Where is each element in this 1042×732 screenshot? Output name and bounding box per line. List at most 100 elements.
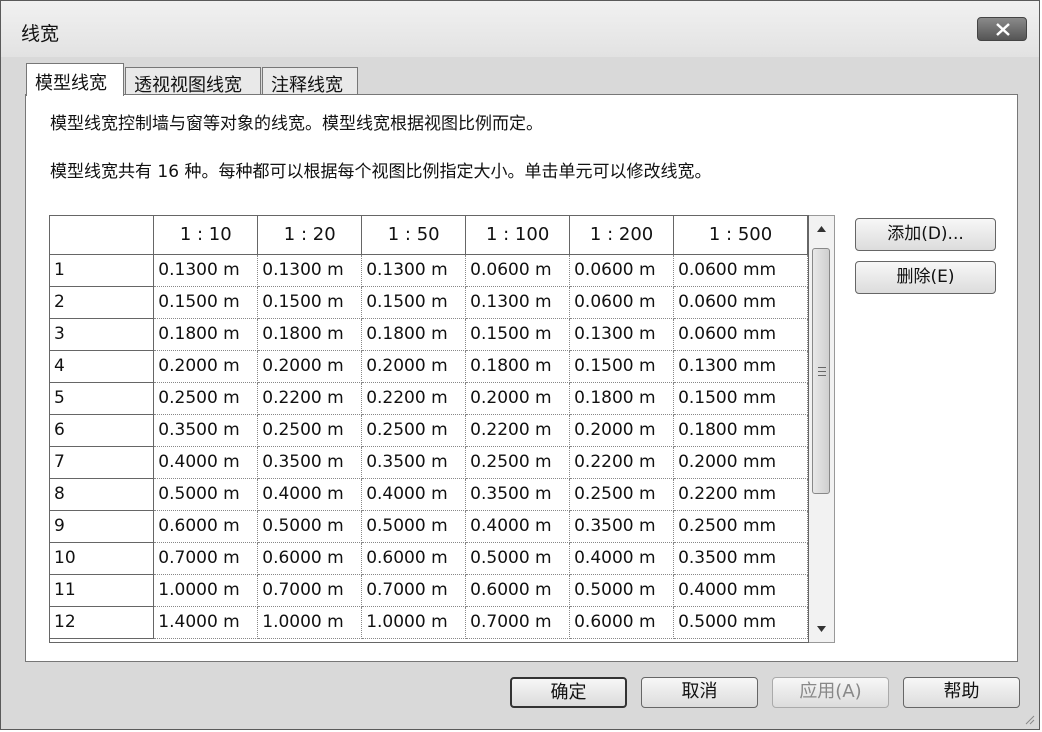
scroll-down-icon[interactable] — [817, 626, 826, 632]
table-cell[interactable]: 0.6000 m — [257, 542, 363, 575]
table-cell[interactable]: 0.1300 m — [569, 318, 675, 351]
table-cell[interactable]: 0.2200 m — [465, 414, 571, 447]
row-header[interactable]: 3 — [50, 318, 155, 351]
add-button[interactable]: 添加(D)... — [855, 218, 996, 251]
table-cell[interactable]: 0.2500 m — [361, 414, 467, 447]
table-cell[interactable]: 0.1800 m — [257, 318, 363, 351]
table-cell[interactable]: 0.2200 m — [569, 446, 675, 479]
column-header[interactable]: 1 : 500 — [673, 216, 808, 255]
column-header[interactable]: 1 : 20 — [257, 216, 363, 255]
scroll-up-icon[interactable] — [817, 226, 826, 232]
table-cell[interactable]: 0.2000 m — [569, 414, 675, 447]
table-cell[interactable]: 0.0600 mm — [673, 286, 808, 319]
table-cell[interactable]: 0.2000 m — [257, 350, 363, 383]
table-cell[interactable]: 0.2500 m — [569, 478, 675, 511]
tab-perspective-line-weights[interactable]: 透视视图线宽 — [125, 67, 261, 96]
row-header[interactable]: 8 — [50, 478, 155, 511]
table-cell[interactable]: 0.6000 m — [465, 574, 571, 607]
table-cell[interactable]: 0.1300 mm — [673, 350, 808, 383]
row-header[interactable]: 6 — [50, 414, 155, 447]
table-cell[interactable]: 0.2200 m — [361, 382, 467, 415]
table-cell[interactable]: 0.1500 mm — [673, 382, 808, 415]
table-cell[interactable]: 0.1800 m — [465, 350, 571, 383]
apply-button[interactable]: 应用(A) — [772, 677, 889, 708]
table-cell[interactable]: 0.2000 m — [465, 382, 571, 415]
table-cell[interactable]: 0.1300 m — [257, 254, 363, 287]
column-header[interactable]: 1 : 10 — [153, 216, 259, 255]
table-cell[interactable]: 0.7000 m — [361, 574, 467, 607]
table-cell[interactable]: 0.2000 mm — [673, 446, 808, 479]
help-button[interactable]: 帮助 — [903, 677, 1020, 708]
ok-button[interactable]: 确定 — [510, 677, 627, 708]
table-cell[interactable]: 0.3500 m — [361, 446, 467, 479]
table-cell[interactable]: 0.4000 mm — [673, 574, 808, 607]
table-cell[interactable]: 0.4000 m — [153, 446, 259, 479]
table-cell[interactable]: 0.2500 mm — [673, 510, 808, 543]
table-cell[interactable]: 0.0600 m — [569, 286, 675, 319]
row-header[interactable]: 4 — [50, 350, 155, 383]
table-cell[interactable]: 0.5000 m — [569, 574, 675, 607]
table-cell[interactable]: 0.1300 m — [153, 254, 259, 287]
table-cell[interactable]: 0.1500 m — [257, 286, 363, 319]
table-cell[interactable]: 0.7000 m — [153, 542, 259, 575]
close-button[interactable] — [977, 17, 1027, 41]
table-cell[interactable]: 0.4000 m — [257, 478, 363, 511]
table-cell[interactable]: 0.0600 m — [465, 254, 571, 287]
row-header[interactable]: 1 — [50, 254, 155, 287]
table-cell[interactable]: 0.4000 m — [465, 510, 571, 543]
table-cell[interactable]: 0.3500 m — [465, 478, 571, 511]
row-header[interactable]: 2 — [50, 286, 155, 319]
resize-grip-icon[interactable] — [1023, 713, 1035, 725]
table-cell[interactable]: 0.5000 m — [361, 510, 467, 543]
table-cell[interactable]: 0.5000 mm — [673, 606, 808, 639]
row-header[interactable]: 12 — [50, 606, 155, 639]
table-cell[interactable]: 0.5000 m — [465, 542, 571, 575]
table-cell[interactable]: 0.1800 m — [361, 318, 467, 351]
table-cell[interactable]: 0.2000 m — [361, 350, 467, 383]
table-cell[interactable]: 0.3500 mm — [673, 542, 808, 575]
row-header[interactable]: 5 — [50, 382, 155, 415]
table-cell[interactable]: 0.5000 m — [257, 510, 363, 543]
table-cell[interactable]: 0.6000 m — [569, 606, 675, 639]
table-cell[interactable]: 0.1500 m — [569, 350, 675, 383]
tab-annotation-line-weights[interactable]: 注释线宽 — [262, 67, 358, 96]
table-cell[interactable]: 0.4000 m — [361, 478, 467, 511]
table-cell[interactable]: 0.1800 mm — [673, 414, 808, 447]
table-cell[interactable]: 0.1500 m — [465, 318, 571, 351]
table-cell[interactable]: 1.0000 m — [361, 606, 467, 639]
tab-model-line-weights[interactable]: 模型线宽 — [26, 63, 124, 96]
table-cell[interactable]: 0.0600 mm — [673, 254, 808, 287]
scrollbar-thumb[interactable] — [812, 248, 830, 494]
table-cell[interactable]: 0.1300 m — [465, 286, 571, 319]
table-cell[interactable]: 0.2200 mm — [673, 478, 808, 511]
table-cell[interactable]: 0.6000 m — [153, 510, 259, 543]
row-header[interactable]: 7 — [50, 446, 155, 479]
table-cell[interactable]: 0.1800 m — [569, 382, 675, 415]
table-cell[interactable]: 1.0000 m — [257, 606, 363, 639]
table-cell[interactable]: 0.6000 m — [361, 542, 467, 575]
table-cell[interactable]: 0.1800 m — [153, 318, 259, 351]
table-cell[interactable]: 0.2200 m — [257, 382, 363, 415]
table-cell[interactable]: 0.1500 m — [153, 286, 259, 319]
table-cell[interactable]: 0.2500 m — [257, 414, 363, 447]
table-cell[interactable]: 0.2500 m — [465, 446, 571, 479]
table-cell[interactable]: 1.0000 m — [153, 574, 259, 607]
column-header[interactable]: 1 : 100 — [465, 216, 571, 255]
table-cell[interactable]: 0.1300 m — [361, 254, 467, 287]
table-cell[interactable]: 0.2000 m — [153, 350, 259, 383]
table-cell[interactable]: 1.4000 m — [153, 606, 259, 639]
delete-button[interactable]: 删除(E) — [855, 261, 996, 294]
table-cell[interactable]: 0.2500 m — [153, 382, 259, 415]
table-cell[interactable]: 0.7000 m — [465, 606, 571, 639]
table-cell[interactable]: 0.3500 m — [257, 446, 363, 479]
column-header[interactable]: 1 : 200 — [569, 216, 675, 255]
table-scrollbar[interactable] — [809, 215, 835, 643]
row-header[interactable]: 10 — [50, 542, 155, 575]
table-cell[interactable]: 0.3500 m — [569, 510, 675, 543]
table-cell[interactable]: 0.1500 m — [361, 286, 467, 319]
column-header[interactable]: 1 : 50 — [361, 216, 467, 255]
row-header[interactable]: 11 — [50, 574, 155, 607]
row-header[interactable]: 9 — [50, 510, 155, 543]
table-cell[interactable]: 0.7000 m — [257, 574, 363, 607]
table-cell[interactable]: 0.3500 m — [153, 414, 259, 447]
